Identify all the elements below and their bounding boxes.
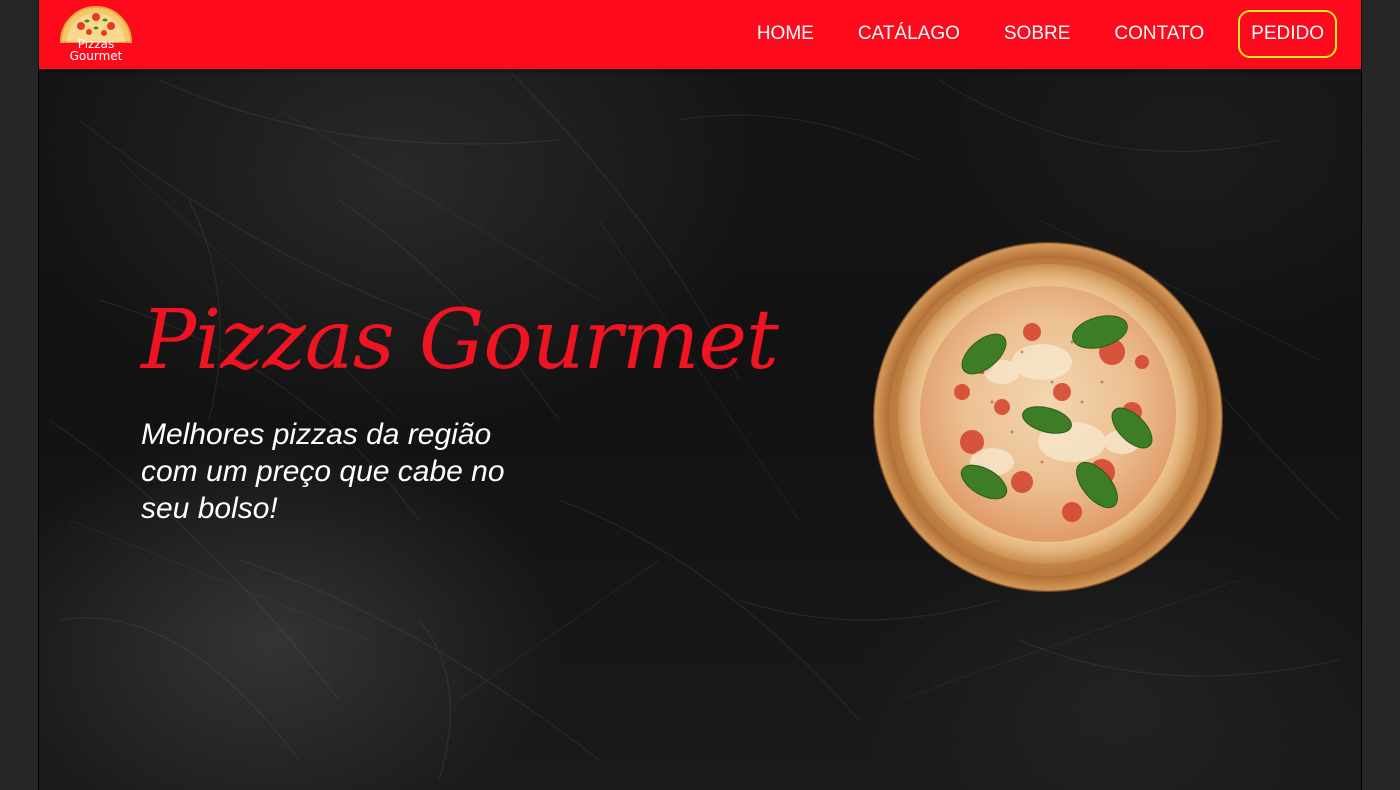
hero-title: Pizzas Gourmet bbox=[141, 293, 779, 388]
nav-catalog-link[interactable]: CATÁLAGO bbox=[858, 23, 960, 45]
margherita-pizza-image bbox=[873, 242, 1223, 592]
main-nav: HOME CATÁLAGO SOBRE CONTATO PEDIDO bbox=[713, 10, 1337, 58]
nav-about-link[interactable]: SOBRE bbox=[1004, 23, 1071, 45]
order-button[interactable]: PEDIDO bbox=[1238, 10, 1337, 58]
nav-contact-link[interactable]: CONTATO bbox=[1114, 23, 1204, 45]
nav-home-link[interactable]: HOME bbox=[757, 23, 814, 45]
top-navbar: Pizzas Gourmet HOME CATÁLAGO SOBRE CONTA… bbox=[39, 0, 1361, 69]
hero-subtitle: Melhores pizzas da região com um preço q… bbox=[141, 418, 505, 525]
brand-logo[interactable]: Pizzas Gourmet bbox=[59, 4, 133, 64]
page: Pizzas Gourmet HOME CATÁLAGO SOBRE CONTA… bbox=[38, 0, 1362, 790]
logo-text: Pizzas Gourmet bbox=[59, 38, 133, 62]
logo-line-2: Gourmet bbox=[69, 49, 123, 63]
